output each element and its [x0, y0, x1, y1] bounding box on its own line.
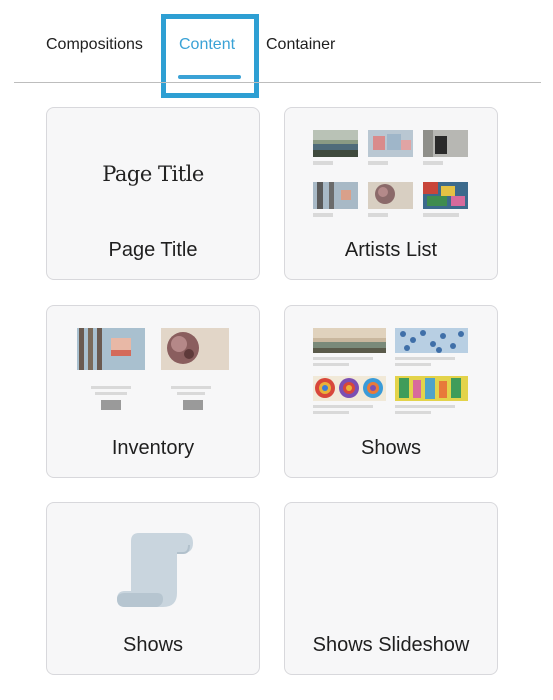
tabs-divider — [14, 82, 541, 83]
tab-compositions[interactable]: Compositions — [46, 36, 143, 54]
show-thumb-2 — [395, 328, 468, 353]
inventory-thumb-1 — [77, 328, 145, 370]
artist-thumb-4 — [313, 182, 358, 209]
scroll-icon — [117, 533, 193, 607]
shows-preview — [313, 328, 468, 414]
artist-thumb-6 — [423, 182, 468, 209]
card-page-title[interactable]: Page Title Page Title — [46, 107, 260, 280]
card-inventory[interactable]: Inventory — [46, 305, 260, 478]
card-label: Page Title — [108, 239, 198, 261]
active-tab-highlight-box — [161, 14, 259, 98]
card-label: Shows — [122, 634, 184, 656]
card-label: Artists List — [344, 239, 438, 261]
show-thumb-3 — [313, 376, 386, 401]
page-title-preview-text: Page Title — [102, 162, 204, 186]
inventory-thumb-2 — [161, 328, 229, 370]
artist-thumb-3 — [423, 130, 468, 157]
tab-container[interactable]: Container — [266, 36, 335, 54]
content-type-tabs: Compositions Content Container — [0, 0, 553, 98]
artist-thumb-5 — [368, 182, 413, 209]
show-thumb-1 — [313, 328, 386, 353]
card-label: Shows Slideshow — [312, 634, 470, 656]
artist-thumb-2 — [368, 130, 413, 157]
card-label: Inventory — [111, 437, 195, 459]
artist-thumb-1 — [313, 130, 358, 157]
artists-list-preview — [313, 130, 468, 217]
card-artists-list[interactable]: Artists List — [284, 107, 498, 280]
card-shows-scroll[interactable]: Shows — [46, 502, 260, 675]
card-label: Shows — [360, 437, 422, 459]
inventory-preview — [77, 328, 229, 410]
card-shows[interactable]: Shows — [284, 305, 498, 478]
card-shows-slideshow[interactable]: Shows Slideshow — [284, 502, 498, 675]
show-thumb-4 — [395, 376, 468, 401]
